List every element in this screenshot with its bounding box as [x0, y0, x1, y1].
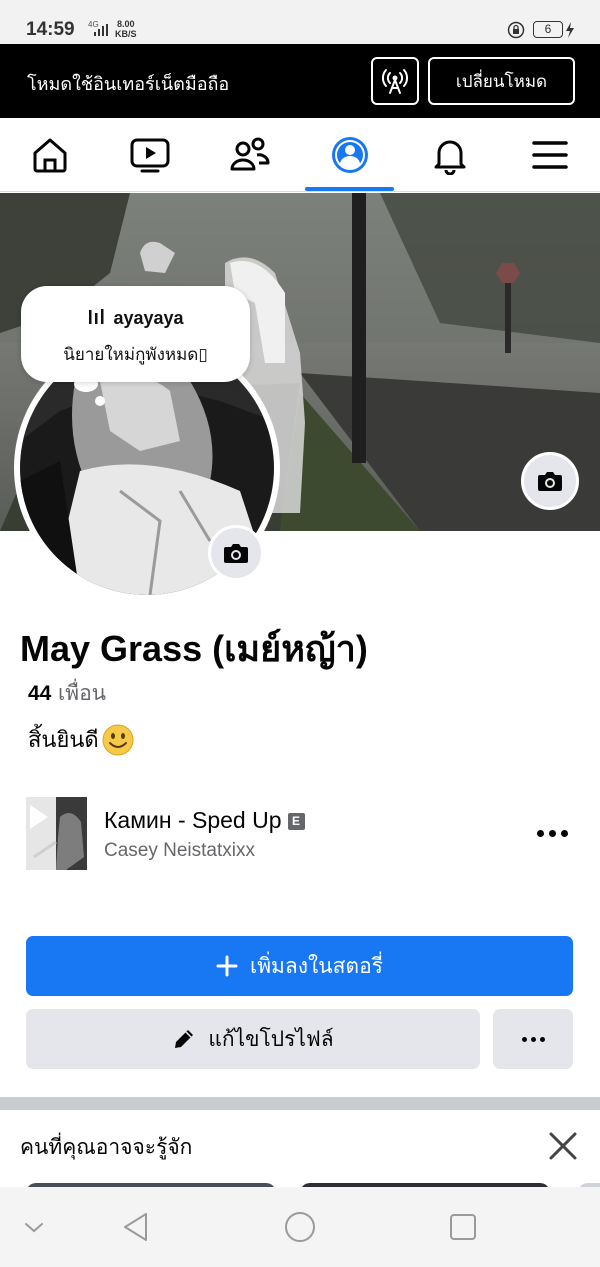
nav-menu[interactable] — [505, 118, 595, 192]
recent-apps-icon[interactable] — [445, 1209, 481, 1245]
back-icon[interactable] — [118, 1209, 154, 1245]
note-bubble-tail-dot — [95, 396, 105, 406]
edit-profile-picture-button[interactable] — [208, 525, 264, 581]
nav-friends[interactable] — [205, 118, 295, 192]
home-icon — [33, 138, 67, 173]
people-you-may-know-title: คนที่คุณอาจจะรู้จัก — [20, 1135, 193, 1159]
song-artist[interactable]: Casey Neistatxixx — [104, 840, 255, 862]
song-title[interactable]: Камин - Sped Up E — [104, 807, 305, 834]
explicit-badge: E — [287, 813, 305, 830]
chevron-down-icon[interactable] — [16, 1209, 52, 1245]
camera-icon — [538, 472, 562, 491]
bell-icon — [434, 140, 466, 175]
song-artwork-image — [26, 797, 87, 870]
menu-icon — [532, 141, 568, 169]
antenna-icon — [382, 69, 408, 94]
smiley-emoji-icon — [102, 724, 134, 755]
note-song: ayayaya — [113, 308, 184, 328]
top-navigation — [0, 118, 600, 192]
signal-icon — [94, 24, 108, 36]
music-bars-icon — [89, 309, 104, 324]
note-music: ayayaya — [21, 308, 250, 329]
edit-profile-button[interactable]: แก้ไขโปรไฟล์ — [26, 1009, 480, 1069]
add-to-story-label: เพิ่มลงในสตอรี่ — [250, 953, 383, 978]
pencil-icon — [175, 1030, 194, 1048]
status-bar: 14:59 4G 8.00 KB/S 6 — [0, 0, 600, 44]
charging-icon — [566, 22, 574, 38]
more-options-button[interactable] — [493, 1009, 573, 1069]
home-button-icon[interactable] — [282, 1209, 318, 1245]
mobile-data-banner: โหมดใช้อินเทอร์เน็ตมือถือ เปลี่ยนโหมด — [0, 44, 600, 118]
nav-notifications[interactable] — [405, 118, 495, 192]
friend-count-link[interactable]: 44 เพื่อน — [28, 677, 106, 710]
song-options-button[interactable] — [534, 818, 570, 848]
add-to-story-button[interactable]: เพิ่มลงในสตอรี่ — [26, 936, 573, 996]
profile-name: May Grass (เมย์หญ้า) — [20, 628, 368, 669]
song-artwork[interactable] — [26, 797, 87, 870]
rotation-lock-icon — [507, 21, 525, 39]
plus-icon — [216, 955, 238, 977]
data-mode-button[interactable] — [371, 57, 419, 105]
note-text: นิยายใหม่กูพังหมด▯ — [63, 345, 208, 365]
nav-active-indicator — [305, 187, 394, 191]
profile-bio: สิ้นยินดี — [28, 722, 135, 757]
friends-icon — [230, 137, 270, 171]
edit-profile-label: แก้ไขโปรไฟล์ — [208, 1026, 334, 1051]
close-icon[interactable] — [546, 1129, 580, 1163]
switch-mode-button[interactable]: เปลี่ยนโหมด — [428, 57, 575, 105]
nav-video[interactable] — [105, 118, 195, 192]
banner-text: โหมดใช้อินเทอร์เน็ตมือถือ — [27, 74, 230, 95]
battery-indicator: 6 — [533, 21, 563, 38]
friend-label: เพื่อน — [58, 681, 107, 705]
friend-count: 44 — [28, 682, 52, 705]
status-time: 14:59 — [26, 19, 75, 40]
system-navigation-bar — [0, 1187, 600, 1267]
bio-text: สิ้นยินดี — [28, 728, 99, 753]
nav-profile[interactable] — [305, 118, 395, 192]
network-speed: 8.00 KB/S — [115, 19, 137, 39]
nav-home[interactable] — [5, 118, 95, 192]
camera-icon — [224, 544, 248, 563]
profile-note[interactable]: ayayaya นิยายใหม่กูพังหมด▯ — [21, 286, 250, 382]
video-icon — [130, 138, 170, 173]
edit-cover-photo-button[interactable] — [521, 452, 579, 510]
profile-icon — [332, 137, 368, 173]
section-divider — [0, 1097, 600, 1110]
